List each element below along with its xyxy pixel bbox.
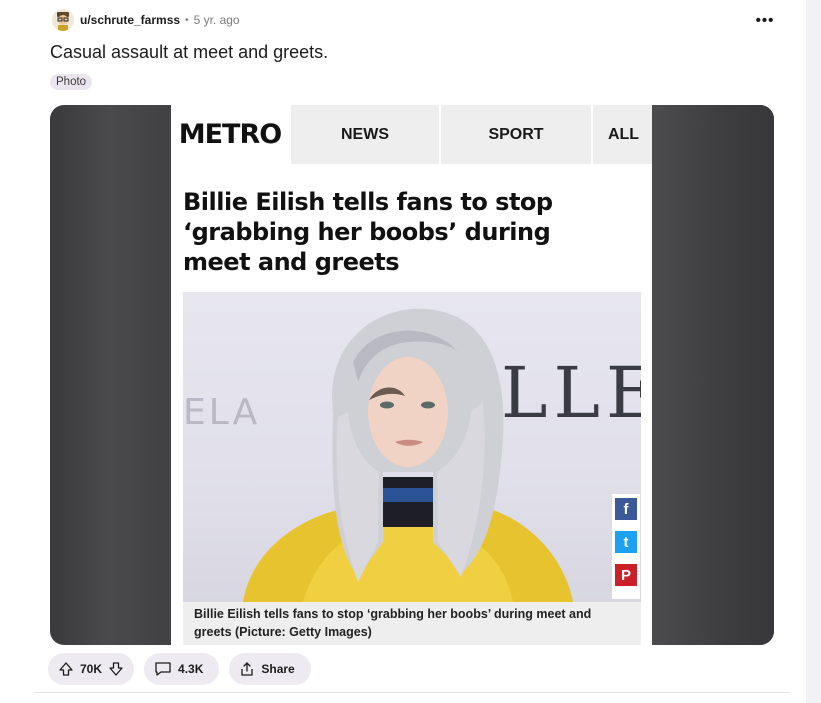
photo-caption: Billie Eilish tells fans to stop ‘grabbi… [183, 602, 641, 645]
username-link[interactable]: u/schrute_farmss [80, 13, 180, 27]
comments-button[interactable]: 4.3K [144, 653, 220, 685]
post-age: 5 yr. ago [193, 13, 240, 27]
vote-count: 70K [80, 662, 103, 676]
comment-count: 4.3K [178, 662, 204, 676]
post-header: u/schrute_farmss • 5 yr. ago [52, 9, 240, 31]
post-media[interactable]: METRO NEWS SPORT ALL Billie Eilish tells… [50, 105, 774, 645]
downvote-icon[interactable] [108, 661, 124, 677]
article-photo: ELA LLE [183, 292, 641, 602]
share-button[interactable]: Share [229, 653, 311, 685]
nav-news: NEWS [289, 105, 439, 164]
post-divider [34, 692, 790, 693]
comment-icon [155, 662, 171, 676]
post-title[interactable]: Casual assault at meet and greets. [50, 42, 328, 63]
twitter-icon[interactable]: t [615, 531, 637, 553]
user-avatar-icon [52, 9, 74, 31]
portrait-illustration [243, 308, 573, 602]
article-nav: METRO NEWS SPORT ALL [171, 105, 652, 164]
avatar[interactable] [52, 9, 74, 31]
post-actions: 70K 4.3K Share [48, 653, 311, 685]
separator-dot: • [185, 14, 189, 26]
article-screenshot: METRO NEWS SPORT ALL Billie Eilish tells… [171, 105, 652, 645]
right-rail [806, 0, 821, 703]
post-flair[interactable]: Photo [50, 74, 93, 90]
social-share-column: f t P [612, 494, 640, 599]
post-card: u/schrute_farmss • 5 yr. ago ••• Casual … [0, 0, 806, 703]
more-options-button[interactable]: ••• [752, 10, 778, 30]
share-label: Share [261, 662, 295, 676]
facebook-icon[interactable]: f [615, 498, 637, 520]
nav-sport: SPORT [439, 105, 591, 164]
upvote-icon[interactable] [58, 661, 74, 677]
vote-pill: 70K [48, 653, 135, 685]
article-headline: Billie Eilish tells fans to stop ‘grabbi… [183, 188, 553, 276]
nav-all: ALL [591, 105, 652, 164]
pinterest-icon[interactable]: P [615, 564, 637, 586]
metro-logo: METRO [171, 105, 289, 164]
share-icon [241, 662, 254, 676]
media-blur-right [652, 105, 774, 645]
